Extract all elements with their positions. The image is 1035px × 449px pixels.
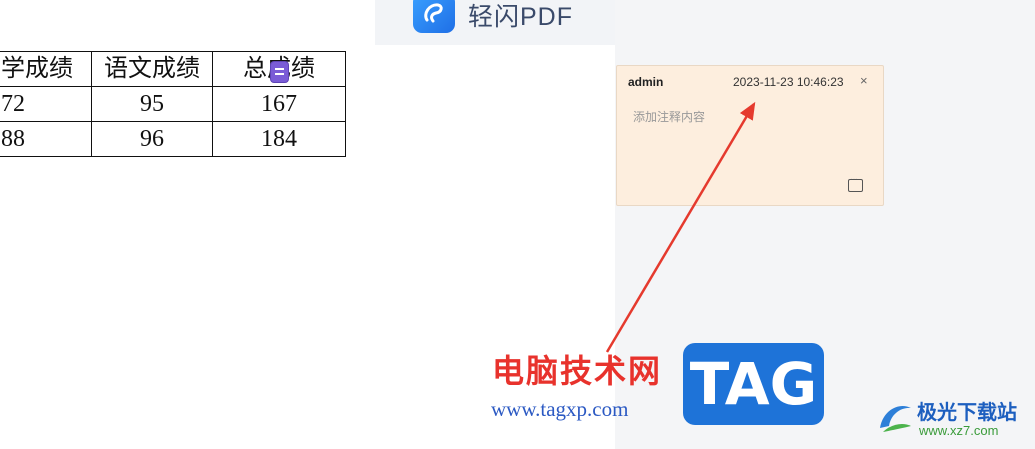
close-icon[interactable]: × bbox=[860, 73, 868, 88]
score-table: 学成绩 语文成绩 总成绩 72 95 167 88 96 184 bbox=[0, 51, 346, 157]
app-header: 轻闪PDF bbox=[375, 0, 615, 45]
table-cell: 96 bbox=[91, 121, 213, 157]
watermark-site-url: www.tagxp.com bbox=[491, 397, 629, 421]
app-name: 轻闪PDF bbox=[468, 3, 574, 31]
table-row: 72 95 167 bbox=[0, 86, 346, 122]
watermark-brand-url: www.xz7.com bbox=[919, 423, 999, 438]
table-cell: 语文成绩 bbox=[91, 51, 213, 87]
table-cell: 88 bbox=[0, 121, 92, 157]
table-cell: 72 bbox=[0, 86, 92, 122]
watermark-site-title: 电脑技术网 bbox=[492, 352, 663, 390]
table-cell: 学成绩 bbox=[0, 51, 92, 87]
watermark-tag-logo: TAG bbox=[683, 343, 824, 425]
comment-input[interactable]: 添加注释内容 bbox=[633, 108, 705, 125]
table-cell: 184 bbox=[212, 121, 346, 157]
aurora-logo-icon bbox=[880, 406, 911, 432]
table-row: 学成绩 语文成绩 总成绩 bbox=[0, 51, 346, 87]
table-cell: 167 bbox=[212, 86, 346, 122]
comment-author: admin bbox=[628, 75, 664, 89]
reply-icon[interactable] bbox=[848, 174, 863, 192]
app-logo-icon bbox=[413, 0, 455, 33]
table-row: 88 96 184 bbox=[0, 121, 346, 157]
comment-card[interactable]: admin 2023-11-23 10:46:23 × 添加注释内容 bbox=[616, 65, 884, 206]
watermark-brand-name: 极光下载站 bbox=[917, 400, 1017, 424]
table-cell: 95 bbox=[91, 86, 213, 122]
comment-timestamp: 2023-11-23 10:46:23 bbox=[733, 75, 844, 89]
comment-note-icon[interactable] bbox=[271, 62, 288, 82]
